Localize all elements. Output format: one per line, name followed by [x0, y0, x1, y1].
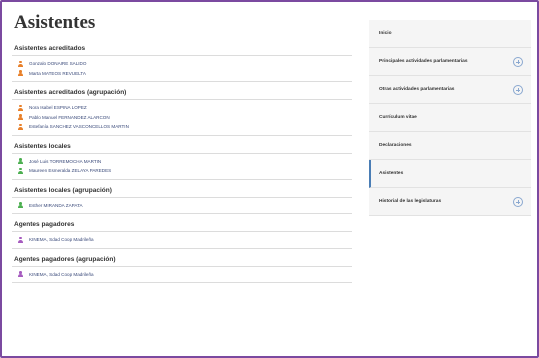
assistants-section: Asistentes locales José Luis TORREMOCHA M… — [12, 140, 352, 180]
list-item: Nora Isabel ESPINA LOPEZ — [12, 103, 352, 113]
assistant-list: José Luis TORREMOCHA MARTIN Maureen Esmer… — [12, 157, 352, 179]
sidebar-item-label: Inicio — [379, 31, 392, 36]
assistant-name: Esther MIRANDA ZAPATA — [29, 202, 83, 208]
person-icon — [18, 114, 23, 121]
expand-plus-icon[interactable] — [513, 85, 523, 95]
list-item: KINEMA, Sdad Coop Madrileña — [12, 235, 352, 245]
assistant-name: Nora Isabel ESPINA LOPEZ — [29, 105, 87, 111]
assistant-name: Gonzalo DONAIRE SALIDO — [29, 61, 87, 67]
sidebar-item-curriculum-vitae[interactable]: Currículum vitae — [369, 104, 531, 132]
person-icon — [18, 202, 23, 209]
section-heading: Asistentes acreditados — [12, 42, 352, 56]
section-heading: Asistentes locales (agrupación) — [12, 184, 352, 198]
assistant-name: Pablo Manuel FERNANDEZ ALARCON — [29, 114, 110, 120]
person-icon — [18, 271, 23, 278]
sidebar-item-label: Principales actividades parlamentarias — [379, 59, 468, 64]
person-icon — [18, 60, 23, 67]
assistants-sections: Asistentes acreditados Gonzalo DONAIRE SA… — [12, 42, 352, 283]
section-heading: Agentes pagadores (agrupación) — [12, 253, 352, 267]
person-icon — [18, 167, 23, 174]
assistant-name: KINEMA, Sdad Coop Madrileña — [29, 271, 94, 277]
assistant-name: Marta MATEOS REVUELTA — [29, 70, 86, 76]
assistant-name: KINEMA, Sdad Coop Madrileña — [29, 237, 94, 243]
list-item: KINEMA, Sdad Coop Madrileña — [12, 270, 352, 280]
assistants-section: Asistentes acreditados Gonzalo DONAIRE SA… — [12, 42, 352, 82]
expand-plus-icon[interactable] — [513, 197, 523, 207]
list-item: Esther MIRANDA ZAPATA — [12, 201, 352, 211]
list-item: Gonzalo DONAIRE SALIDO — [12, 59, 352, 69]
list-item: Pablo Manuel FERNANDEZ ALARCON — [12, 113, 352, 123]
assistant-name: José Luis TORREMOCHA MARTIN — [29, 158, 102, 164]
assistant-list: Gonzalo DONAIRE SALIDO Marta MATEOS REVUE… — [12, 59, 352, 81]
sidebar-nav: Inicio Principales actividades parlamenta… — [369, 20, 531, 216]
sidebar-item-declaraciones[interactable]: Declaraciones — [369, 132, 531, 160]
assistants-section: Asistentes locales (agrupación) Esther MI… — [12, 184, 352, 214]
sidebar-item-principales-actividades-parlamentarias[interactable]: Principales actividades parlamentarias — [369, 48, 531, 76]
sidebar-item-asistentes[interactable]: Asistentes — [369, 160, 531, 188]
sidebar-item-label: Currículum vitae — [379, 115, 417, 120]
person-icon — [18, 104, 23, 111]
sidebar-item-label: Historial de las legislaturas — [379, 199, 442, 204]
person-icon — [18, 158, 23, 165]
section-heading: Asistentes locales — [12, 140, 352, 154]
list-item: José Luis TORREMOCHA MARTIN — [12, 157, 352, 167]
section-heading: Agentes pagadores — [12, 218, 352, 232]
person-icon — [18, 123, 23, 130]
assistants-section: Asistentes acreditados (agrupación) Nora … — [12, 86, 352, 136]
list-item: Estefanía SANCHEZ VASCONCELLOS MARTIN — [12, 122, 352, 132]
list-item: Marta MATEOS REVUELTA — [12, 69, 352, 79]
assistants-section: Agentes pagadores KINEMA, Sdad Coop Madri… — [12, 218, 352, 249]
assistant-name: Maureen Esmeralda ZELAYA PAREDES — [29, 168, 112, 174]
person-icon — [18, 70, 23, 77]
sidebar-item-otras-actividades-parlamentarias[interactable]: Otras actividades parlamentarias — [369, 76, 531, 104]
sidebar-item-label: Declaraciones — [379, 143, 412, 148]
sidebar-list: Inicio Principales actividades parlamenta… — [369, 20, 531, 216]
assistant-list: KINEMA, Sdad Coop Madrileña — [12, 235, 352, 248]
assistant-name: Estefanía SANCHEZ VASCONCELLOS MARTIN — [29, 124, 129, 130]
person-icon — [18, 236, 23, 243]
assistant-list: Esther MIRANDA ZAPATA — [12, 201, 352, 214]
list-item: Maureen Esmeralda ZELAYA PAREDES — [12, 166, 352, 176]
main-content: Asistentes Asistentes acreditados Gonzalo… — [12, 8, 352, 353]
section-heading: Asistentes acreditados (agrupación) — [12, 86, 352, 100]
sidebar-item-label: Otras actividades parlamentarias — [379, 87, 455, 92]
sidebar-item-historial-de-las-legislaturas[interactable]: Historial de las legislaturas — [369, 188, 531, 216]
page-title: Asistentes — [14, 12, 96, 33]
expand-plus-icon[interactable] — [513, 57, 523, 67]
sidebar-item-inicio[interactable]: Inicio — [369, 20, 531, 48]
assistant-list: Nora Isabel ESPINA LOPEZ Pablo Manuel FER… — [12, 103, 352, 135]
assistant-list: KINEMA, Sdad Coop Madrileña — [12, 270, 352, 283]
sidebar-item-label: Asistentes — [379, 171, 404, 176]
assistants-section: Agentes pagadores (agrupación) KINEMA, Sd… — [12, 253, 352, 283]
